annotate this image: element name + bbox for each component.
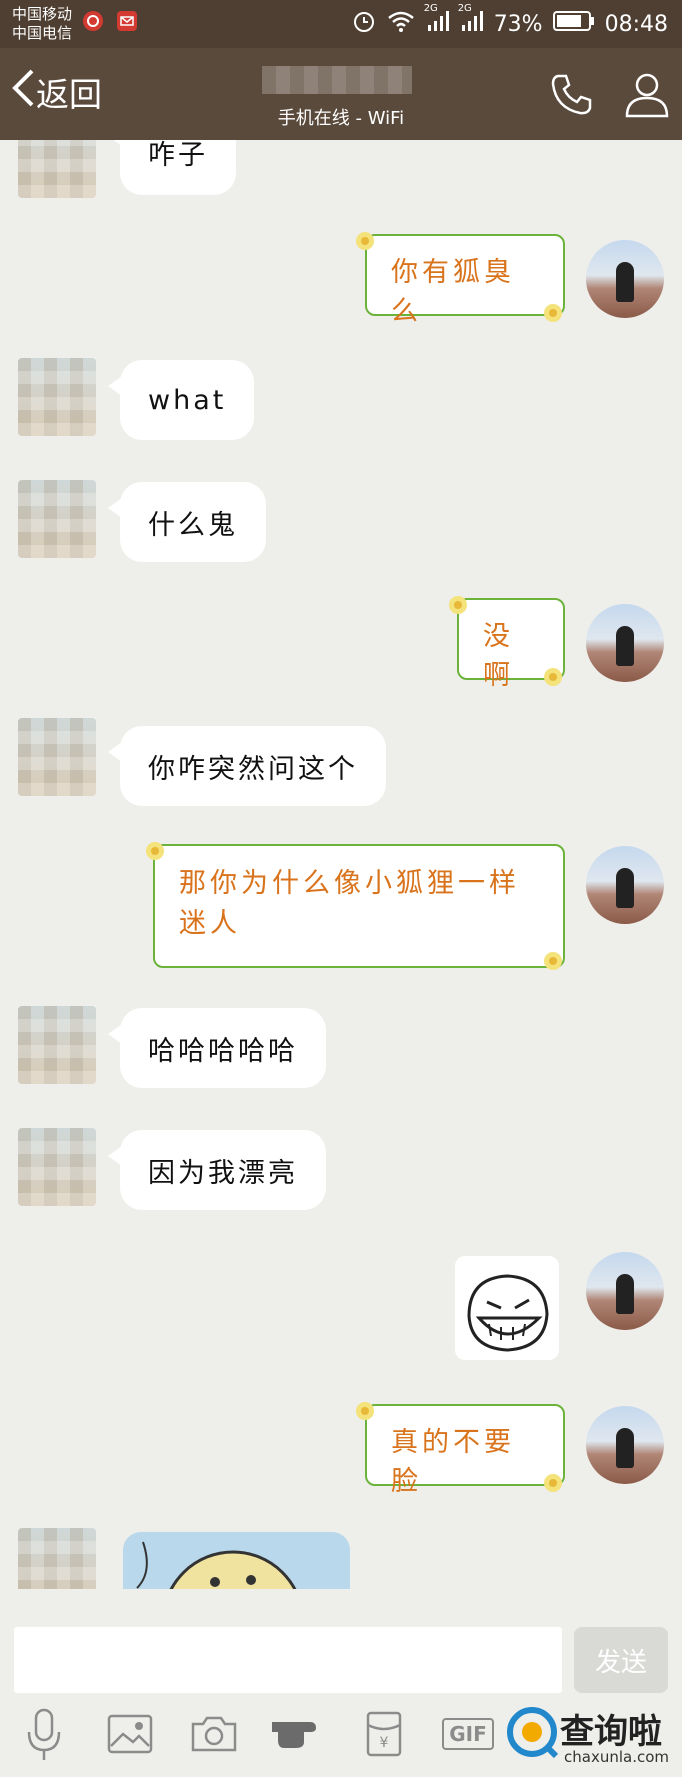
carrier-2: 中国电信 xyxy=(12,24,73,42)
my-avatar[interactable] xyxy=(586,604,664,682)
voice-button[interactable] xyxy=(16,1706,72,1762)
contact-avatar[interactable] xyxy=(18,1528,96,1589)
flower-decoration-icon xyxy=(544,952,562,970)
contact-avatar[interactable] xyxy=(18,718,96,796)
input-bar: 发送 xyxy=(0,1589,682,1693)
send-button[interactable]: 发送 xyxy=(574,1627,668,1693)
wifi-icon xyxy=(386,9,416,39)
gif-button[interactable]: GIF xyxy=(440,1706,496,1762)
camera-icon xyxy=(191,1716,237,1752)
image-icon xyxy=(107,1714,153,1754)
message-bubble-received[interactable]: what xyxy=(107,360,255,440)
flower-decoration-icon xyxy=(356,1402,374,1420)
message-text: 你有狐臭么 xyxy=(391,257,515,327)
watermark-url: chaxunla.com xyxy=(564,1748,669,1766)
site-watermark: 查询啦 chaxunla.com xyxy=(500,1690,682,1777)
microphone-icon xyxy=(27,1708,61,1760)
trollface-sticker-icon xyxy=(467,1274,549,1352)
message-text: 那你为什么像小狐狸一样迷人 xyxy=(179,868,520,939)
status-right: 2G 2G 73% 08:48 xyxy=(352,3,668,39)
clock: 08:48 xyxy=(604,11,668,37)
image-message[interactable] xyxy=(123,1532,350,1589)
mail-app-icon xyxy=(116,10,138,36)
chat-header: 返回 手机在线 - WiFi xyxy=(0,48,682,140)
flower-decoration-icon xyxy=(544,304,562,322)
gesture-button[interactable] xyxy=(270,1706,326,1762)
contact-avatar[interactable] xyxy=(18,1128,96,1206)
message-text: 真的不要脸 xyxy=(391,1427,515,1497)
message-bubble-sent[interactable]: 那你为什么像小狐狸一样迷人 xyxy=(153,844,565,968)
message-input[interactable] xyxy=(14,1627,562,1693)
network-2-label: 2G xyxy=(457,3,472,14)
hand-gun-icon xyxy=(272,1722,316,1748)
person-icon xyxy=(625,73,669,118)
carrier-1: 中国移动 xyxy=(12,5,73,23)
svg-text:¥: ¥ xyxy=(380,1735,389,1751)
my-avatar[interactable] xyxy=(586,240,664,318)
profile-button[interactable] xyxy=(622,70,672,120)
sticker-message[interactable] xyxy=(455,1256,559,1360)
watermark-logo-icon xyxy=(507,1707,558,1758)
contact-avatar[interactable] xyxy=(18,1006,96,1084)
message-bubble-received[interactable]: 什么鬼 xyxy=(108,482,266,562)
contact-name-blurred xyxy=(262,66,412,94)
flower-decoration-icon xyxy=(449,596,467,614)
message-bubble-sent[interactable]: 真的不要脸 xyxy=(365,1404,565,1497)
flower-decoration-icon xyxy=(544,1474,562,1492)
netease-music-icon xyxy=(82,10,104,36)
contact-avatar[interactable] xyxy=(18,358,96,436)
watermark-text: 查询啦 xyxy=(560,1712,662,1752)
cartoon-face-image xyxy=(136,1541,297,1589)
phone-icon xyxy=(551,74,592,115)
red-packet-button[interactable]: ¥ xyxy=(356,1706,412,1762)
signal-1: 2G xyxy=(424,3,450,39)
message-list[interactable]: 咋子 你有狐臭么 what 什么鬼 没啊 你咋突然问这个 那你为什么像小狐狸一样… xyxy=(0,140,682,1589)
contact-avatar[interactable] xyxy=(18,480,96,558)
gif-label: GIF xyxy=(442,1718,494,1750)
phone-call-button[interactable] xyxy=(546,70,596,120)
message-bubble-sent[interactable]: 你有狐臭么 xyxy=(365,234,565,327)
camera-button[interactable] xyxy=(186,1706,242,1762)
red-packet-icon: ¥ xyxy=(366,1711,402,1757)
photo-button[interactable] xyxy=(102,1706,158,1762)
status-bar: 中国移动 中国电信 2G 2G 73% 08:48 xyxy=(0,0,682,48)
my-avatar[interactable] xyxy=(586,1252,664,1330)
alarm-icon xyxy=(352,9,376,39)
message-bubble-received[interactable]: 因为我漂亮 xyxy=(108,1130,326,1210)
message-bubble-received[interactable]: 哈哈哈哈哈 xyxy=(108,1008,326,1088)
message-bubble-received[interactable]: 你咋突然问这个 xyxy=(108,726,386,806)
message-bubble-received[interactable]: 咋子 xyxy=(108,140,236,195)
contact-avatar[interactable] xyxy=(18,140,96,198)
my-avatar[interactable] xyxy=(586,1406,664,1484)
signal-2: 2G xyxy=(458,3,484,39)
carrier-info: 中国移动 中国电信 xyxy=(12,5,72,43)
my-avatar[interactable] xyxy=(586,846,664,924)
flower-decoration-icon xyxy=(356,232,374,250)
network-1-label: 2G xyxy=(423,3,438,14)
message-text: 没啊 xyxy=(483,621,514,691)
battery-icon xyxy=(552,10,595,38)
battery-percent: 73% xyxy=(493,11,543,37)
flower-decoration-icon xyxy=(544,668,562,686)
flower-decoration-icon xyxy=(146,842,164,860)
